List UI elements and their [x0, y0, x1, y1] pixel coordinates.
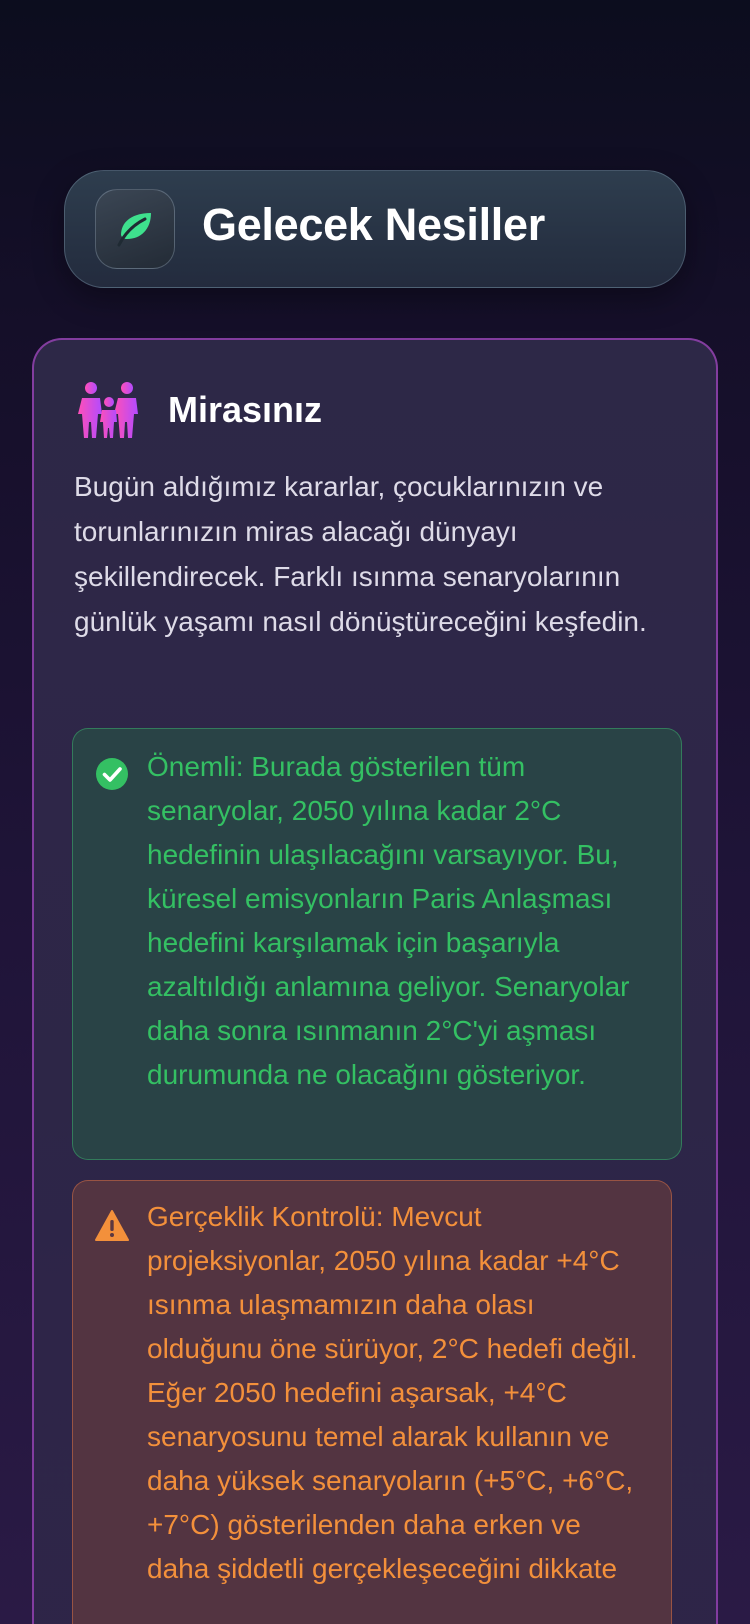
warning-triangle-icon	[95, 1210, 129, 1241]
section-title: Mirasınız	[168, 389, 323, 430]
legacy-card: Mirasınız Bugün aldığımız kararlar, çocu…	[32, 338, 718, 1624]
reality-check-text: Gerçeklik Kontrolü: Mevcut projeksiyonla…	[147, 1201, 638, 1584]
app-title: Gelecek Nesiller	[202, 199, 545, 250]
reality-check-notice: Gerçeklik Kontrolü: Mevcut projeksiyonla…	[72, 1180, 672, 1624]
app-header: Gelecek Nesiller	[64, 170, 686, 288]
intro-text: Bugün aldığımız kararlar, çocuklarınızın…	[74, 471, 647, 637]
important-notice-text: Önemli: Burada gösterilen tüm senaryolar…	[147, 751, 630, 1090]
important-notice: Önemli: Burada gösterilen tüm senaryolar…	[72, 728, 682, 1160]
family-icon	[78, 382, 138, 438]
section-header: Mirasınız	[76, 380, 322, 440]
leaf-icon	[95, 189, 175, 269]
check-circle-icon	[96, 758, 128, 790]
